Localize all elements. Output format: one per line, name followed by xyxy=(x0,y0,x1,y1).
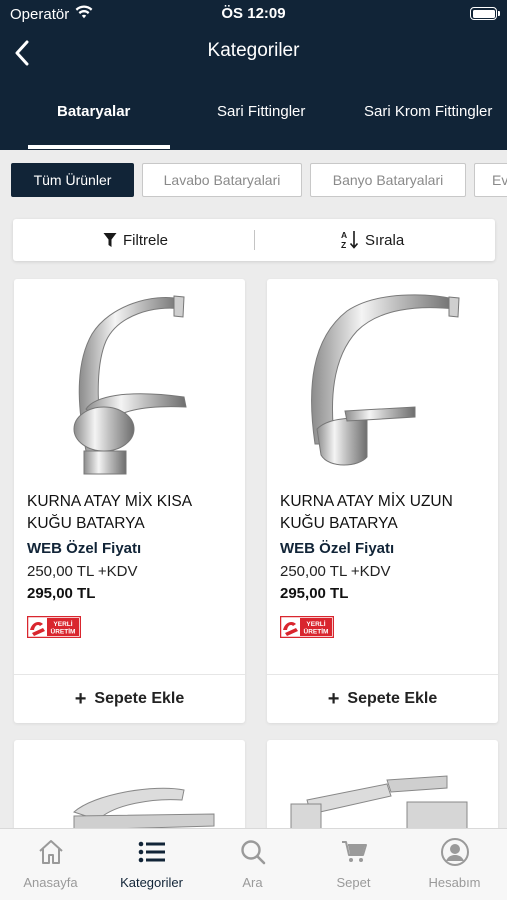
product-card[interactable]: KURNA ATAY MİX KISA KUĞU BATARYA WEB Öze… xyxy=(14,279,245,723)
product-name[interactable]: KURNA ATAY MİX UZUN KUĞU BATARYA xyxy=(280,491,490,535)
product-card[interactable] xyxy=(14,740,245,840)
tab-sari-krom-fittingler[interactable]: Sari Krom Fittingler xyxy=(364,103,492,120)
tab-bataryalar[interactable]: Bataryalar xyxy=(57,103,130,120)
nav-item-hesabim[interactable]: Hesabım xyxy=(404,829,505,900)
add-to-cart-button[interactable]: + Sepete Ekle xyxy=(267,675,498,723)
local-production-badge: YERLİ ÜRETİM xyxy=(280,616,334,638)
page-title: Kategoriler xyxy=(207,40,300,61)
badge-line2: ÜRETİM xyxy=(304,627,329,636)
chip-banyo-bataryalari[interactable]: Banyo Bataryalari xyxy=(310,163,466,197)
price-excl-vat: 250,00 TL +KDV xyxy=(27,563,138,580)
filter-sort-bar: Filtrele A Z Sırala xyxy=(13,219,495,261)
battery-icon xyxy=(470,7,500,20)
svg-text:Z: Z xyxy=(341,240,346,250)
list-icon xyxy=(137,837,167,867)
product-image xyxy=(311,294,460,466)
plus-icon: + xyxy=(327,688,340,710)
app-header: Operatör ÖS 12:09 Kategoriler Bataryalar… xyxy=(0,0,507,150)
badge-line1: YERLİ xyxy=(306,620,325,628)
svg-text:A: A xyxy=(341,230,347,240)
price-incl-vat: 295,00 TL xyxy=(27,585,96,602)
chip-ev[interactable]: Ev xyxy=(474,163,507,197)
plus-icon: + xyxy=(74,688,87,710)
funnel-icon xyxy=(103,233,117,247)
sort-az-icon: A Z xyxy=(341,230,359,250)
product-card[interactable]: KURNA ATAY MİX UZUN KUĞU BATARYA WEB Öze… xyxy=(267,279,498,723)
nav-item-kategoriler[interactable]: Kategoriler xyxy=(101,829,202,900)
search-icon xyxy=(238,837,268,867)
local-production-badge: YERLİ ÜRETİM xyxy=(27,616,81,638)
product-image xyxy=(290,775,468,835)
nav-label: Kategoriler xyxy=(120,875,183,890)
sort-label: Sırala xyxy=(365,231,405,249)
nav-item-sepet[interactable]: Sepet xyxy=(303,829,404,900)
price-excl-vat: 250,00 TL +KDV xyxy=(280,563,391,580)
filter-label: Filtrele xyxy=(123,231,169,249)
product-card[interactable] xyxy=(267,740,498,840)
add-to-cart-label: Sepete Ekle xyxy=(94,690,185,707)
add-to-cart-label: Sepete Ekle xyxy=(347,690,438,707)
nav-label: Sepet xyxy=(336,875,371,890)
web-price-label: WEB Özel Fiyatı xyxy=(280,540,395,557)
web-price-label: WEB Özel Fiyatı xyxy=(27,540,142,557)
product-image xyxy=(73,295,187,475)
sort-button[interactable]: A Z Sırala xyxy=(341,219,404,261)
filter-button[interactable]: Filtrele xyxy=(103,219,168,261)
toolbar-divider xyxy=(254,230,255,250)
home-icon xyxy=(36,837,66,867)
status-bar: Operatör ÖS 12:09 xyxy=(0,0,507,28)
account-icon xyxy=(440,837,470,867)
badge-line2: ÜRETİM xyxy=(51,627,76,636)
nav-label: Ara xyxy=(242,875,263,890)
product-name[interactable]: KURNA ATAY MİX KISA KUĞU BATARYA xyxy=(27,491,237,535)
active-tab-indicator xyxy=(28,145,170,149)
product-image xyxy=(73,787,215,831)
status-time: ÖS 12:09 xyxy=(221,5,286,22)
cart-icon xyxy=(339,837,369,867)
chip-lavabo-bataryalari[interactable]: Lavabo Bataryalari xyxy=(142,163,302,197)
nav-label: Anasayfa xyxy=(23,875,78,890)
add-to-cart-button[interactable]: + Sepete Ekle xyxy=(14,675,245,723)
category-tabs: Bataryalar Sari Fittingler Sari Krom Fit… xyxy=(0,95,507,150)
badge-line1: YERLİ xyxy=(53,620,72,628)
price-incl-vat: 295,00 TL xyxy=(280,585,349,602)
subcategory-chips: Tüm Ürünler Lavabo Bataryalari Banyo Bat… xyxy=(0,163,507,197)
nav-item-ara[interactable]: Ara xyxy=(202,829,303,900)
nav-item-anasayfa[interactable]: Anasayfa xyxy=(0,829,101,900)
chip-tum-urunler[interactable]: Tüm Ürünler xyxy=(11,163,134,197)
nav-label: Hesabım xyxy=(428,875,481,890)
tab-sari-fittingler[interactable]: Sari Fittingler xyxy=(217,103,305,120)
bottom-tab-bar: Anasayfa Kategoriler Ara Sepet Hesabım xyxy=(0,828,507,900)
